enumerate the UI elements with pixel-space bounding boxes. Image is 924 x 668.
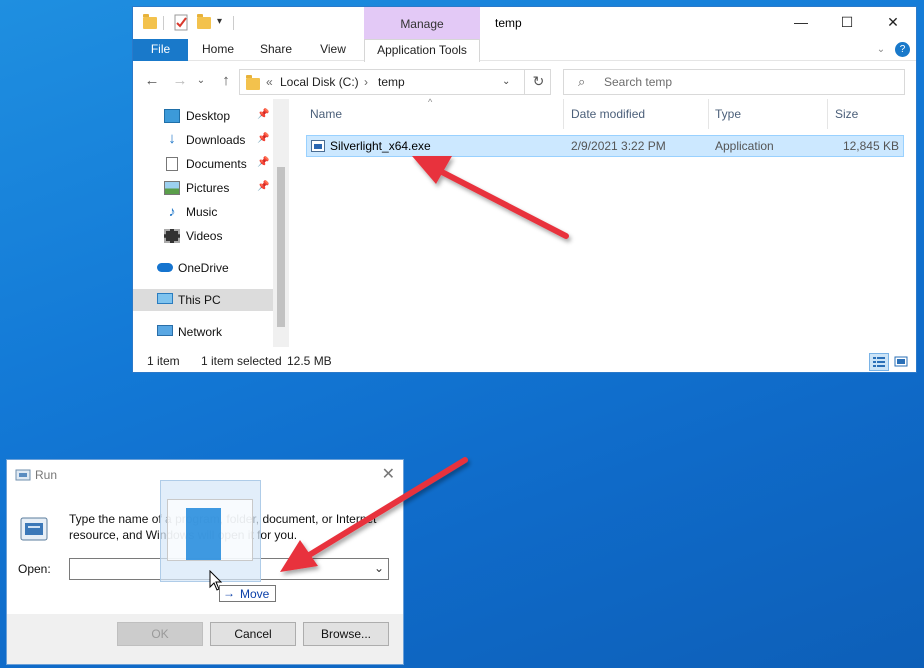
annotation-arrow-to-file bbox=[412, 156, 569, 239]
annotation-layer bbox=[280, 156, 569, 572]
annotation-arrow-to-run-box bbox=[280, 457, 468, 572]
